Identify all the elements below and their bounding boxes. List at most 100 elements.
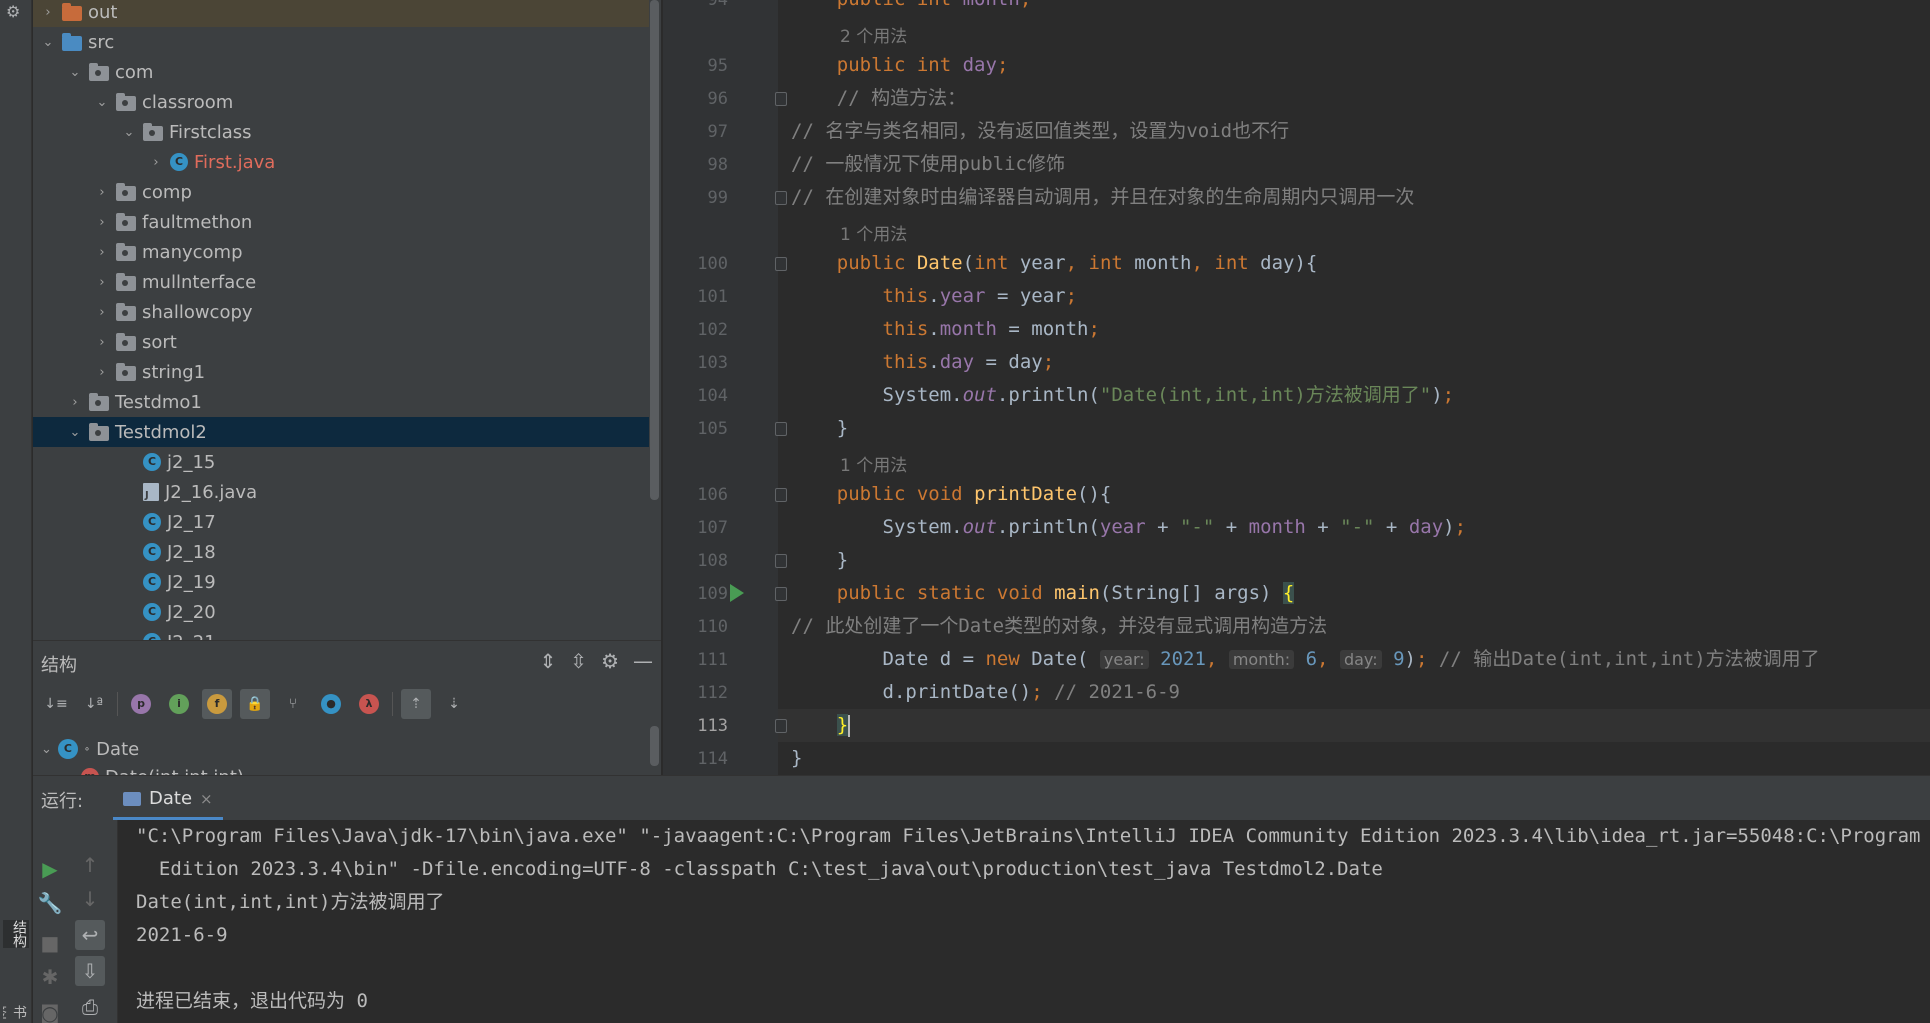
tree-item[interactable]: ⌄ Testdmol2 [33,417,649,447]
tree-item[interactable]: › string1 [33,357,649,387]
code-line[interactable]: } [791,412,848,445]
code-line[interactable]: public int month; [791,0,1032,16]
wrench-icon[interactable]: 🔧 [35,888,65,918]
code-line[interactable]: this.day = day; [791,346,1055,379]
tree-item[interactable]: › C First.java [33,147,649,177]
expand-all-icon[interactable]: ⇕ [540,649,557,673]
structure-tool-tab[interactable]: 结构 [3,920,29,948]
tree-item[interactable]: › manycomp [33,237,649,267]
code-line[interactable]: } [791,742,802,775]
up-arrow-icon[interactable]: ↑ [75,850,105,880]
structure-child-item[interactable]: m Date(int,int,int) [81,763,244,775]
tree-item[interactable]: C J2_19 [33,567,649,597]
stop-icon[interactable]: ■ [35,928,65,958]
code-line[interactable]: this.year = year; [791,280,1078,313]
sort-alpha-icon[interactable]: ↓ª [79,689,109,719]
chevron-right-icon[interactable]: › [92,245,112,260]
code-line[interactable]: System.out.println("Date(int,int,int)方法被… [791,379,1455,412]
close-icon[interactable]: × [200,790,213,808]
console-output[interactable]: "C:\Program Files\Java\jdk-17\bin\java.e… [136,820,1930,1023]
rerun-icon[interactable]: ▶ [35,854,65,884]
code-line[interactable]: Date d = new Date( year: 2021, month: 6,… [791,643,1820,676]
camera-icon[interactable]: ◙ [35,998,65,1023]
code-line[interactable]: // 一般情况下使用public修饰 [791,148,1065,181]
tree-item[interactable]: Cj2_15 [33,447,649,477]
chevron-down-icon[interactable]: ⌄ [119,125,139,140]
down-arrow-icon[interactable]: ↓ [75,884,105,914]
code-line[interactable]: public void printDate(){ [791,478,1112,511]
code-line[interactable]: } [778,709,1930,742]
fold-marker-icon[interactable] [775,488,787,502]
fold-marker-icon[interactable] [775,257,787,271]
code-line[interactable]: d.printDate(); // 2021-6-9 [791,676,1180,709]
usage-hint[interactable]: 1 个用法 [840,220,907,245]
code-line[interactable]: this.month = month; [791,313,1100,346]
chevron-down-icon[interactable]: ⌄ [65,65,85,80]
tree-item[interactable]: J2_16.java [33,477,649,507]
tree-item[interactable]: › Testdmo1 [33,387,649,417]
structure-root-item[interactable]: ⌄ C ∘ Date [41,735,139,763]
code-line[interactable]: System.out.println(year + "-" + month + … [791,511,1467,544]
show-fields-button[interactable]: f [202,689,232,719]
fold-marker-icon[interactable] [775,587,787,601]
tree-item[interactable]: C J2_20 [33,597,649,627]
chevron-right-icon[interactable]: › [92,215,112,230]
chevron-down-icon[interactable]: ⌄ [38,35,58,50]
print-icon[interactable]: ⎙ [75,992,105,1022]
show-lambdas-button[interactable]: λ [354,689,384,719]
show-toplevel-button[interactable]: ● [316,689,346,719]
code-line[interactable]: public int day; [791,49,1009,82]
chevron-right-icon[interactable]: › [92,335,112,350]
tree-item[interactable]: ⌄ classroom [33,87,649,117]
tree-item[interactable]: › out [33,0,649,27]
code-line[interactable]: } [791,544,848,577]
autoscroll-from-source-button[interactable]: ⇣ [439,689,469,719]
chevron-right-icon[interactable]: › [92,185,112,200]
fold-marker-icon[interactable] [775,719,787,733]
usage-hint[interactable]: 2 个用法 [840,22,907,47]
tree-item[interactable]: › mullnterface [33,267,649,297]
structure-scrollbar[interactable] [650,726,659,766]
tree-item[interactable]: › shallowcopy [33,297,649,327]
usage-hint[interactable]: 1 个用法 [840,451,907,476]
chevron-down-icon[interactable]: ⌄ [65,425,85,440]
show-anonymous-button[interactable]: ⑂ [278,689,308,719]
tree-item[interactable]: ⌄ Firstclass [33,117,649,147]
run-tab-date[interactable]: Date × [113,780,223,820]
chevron-right-icon[interactable]: › [38,5,58,20]
chevron-right-icon[interactable]: › [65,395,85,410]
autoscroll-to-source-button[interactable]: ⇡ [401,689,431,719]
project-scrollbar[interactable] [650,0,659,500]
chevron-right-icon[interactable]: › [146,155,166,170]
bug-icon[interactable]: ✱ [35,962,65,992]
code-line[interactable]: public Date(int year, int month, int day… [791,247,1318,280]
chevron-right-icon[interactable]: › [92,305,112,320]
code-line[interactable]: // 构造方法： [791,82,966,115]
tree-item[interactable]: ⌄ src [33,27,649,57]
chevron-right-icon[interactable]: › [92,275,112,290]
scroll-to-end-icon[interactable]: ⇩ [75,956,105,986]
chevron-right-icon[interactable]: › [92,365,112,380]
code-line[interactable]: public static void main(String[] args) { [791,577,1295,610]
fold-marker-icon[interactable] [775,422,787,436]
tree-item[interactable]: › faultmethon [33,207,649,237]
tree-item[interactable]: ⌄ com [33,57,649,87]
tree-item[interactable]: C J2_18 [33,537,649,567]
tree-item[interactable]: C J2_17 [33,507,649,537]
run-main-icon[interactable] [730,584,744,602]
show-inherited-button[interactable]: i [164,689,194,719]
show-properties-button[interactable]: p [126,689,156,719]
minimize-icon[interactable]: — [633,649,653,673]
soft-wrap-icon[interactable]: ↩ [75,920,105,950]
sort-by-type-icon[interactable]: ↓≡ [41,689,71,719]
collapse-all-icon[interactable]: ⇳ [570,649,587,673]
settings-gear-icon[interactable]: ⚙ [601,649,619,673]
code-line[interactable]: // 在创建对象时由编译器自动调用，并且在对象的生命周期内只调用一次 [791,181,1414,214]
code-editor[interactable]: 94 95 96 97 98 99 100 101 102 103 104 105 106 107 108 1… [663,0,1930,775]
fold-marker-icon[interactable] [775,191,787,205]
fold-marker-icon[interactable] [775,92,787,106]
tree-item[interactable]: C J2_21 [33,627,649,640]
fold-marker-icon[interactable] [775,554,787,568]
tree-item[interactable]: › comp [33,177,649,207]
show-non-public-button[interactable]: 🔒 [240,689,270,719]
